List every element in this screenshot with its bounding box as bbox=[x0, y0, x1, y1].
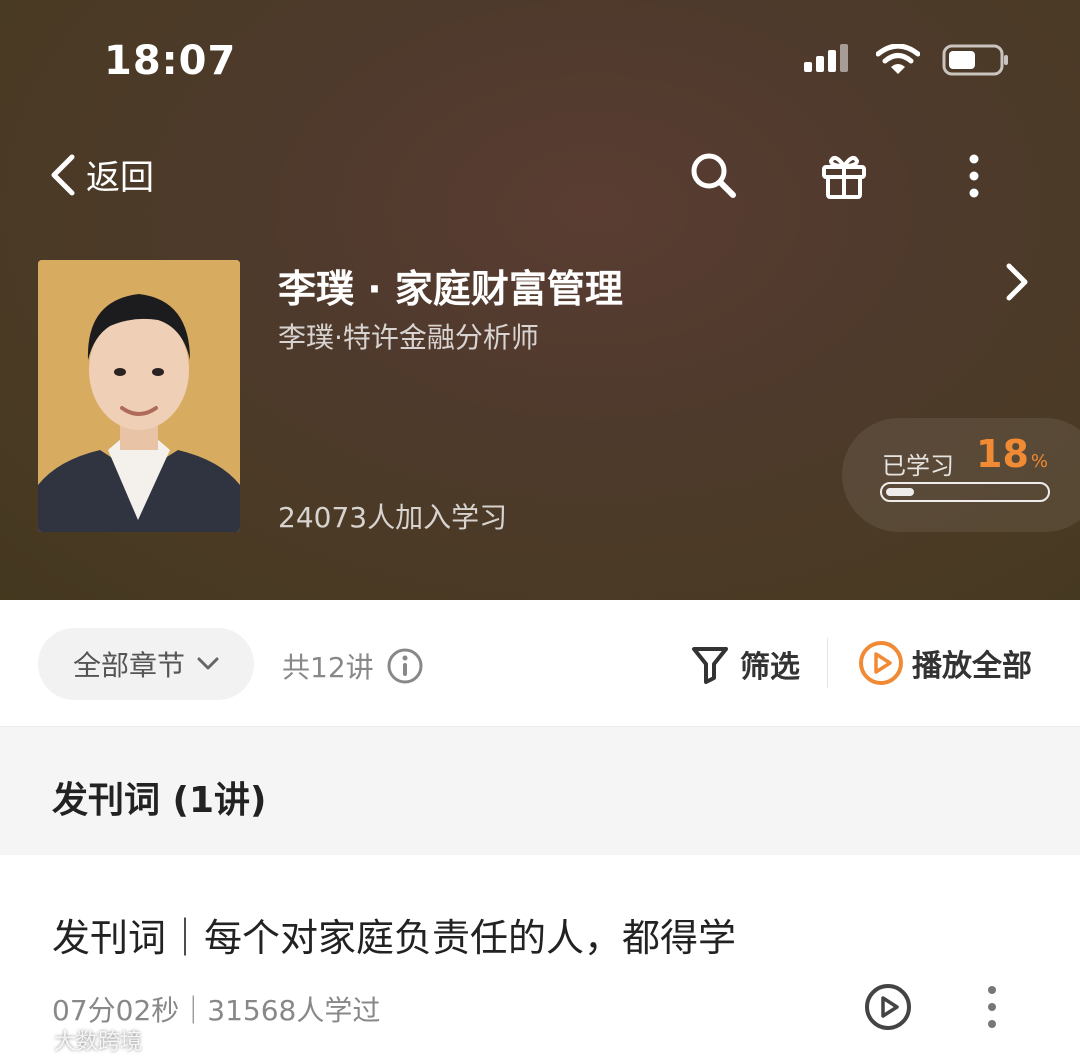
search-button[interactable] bbox=[688, 150, 740, 202]
more-vertical-icon bbox=[969, 154, 979, 198]
chevron-right-icon bbox=[1006, 263, 1028, 301]
progress-label: 已学习 bbox=[882, 452, 954, 480]
episode-meta: 07分02秒｜31568人学过 bbox=[52, 994, 381, 1027]
gift-button[interactable] bbox=[818, 150, 870, 202]
back-label: 返回 bbox=[86, 158, 154, 198]
progress-bar bbox=[880, 482, 1050, 502]
section-title: 发刊词 (1讲) bbox=[52, 780, 267, 821]
chapter-select-label: 全部章节 bbox=[72, 649, 185, 682]
progress-value: 18% bbox=[976, 432, 1048, 476]
episode-item[interactable]: 发刊词｜每个对家庭负责任的人，都得学 07分02秒｜31568人学过 bbox=[0, 855, 1080, 1060]
lecture-count-label: 共12讲 bbox=[282, 651, 374, 684]
chevron-left-icon bbox=[51, 154, 75, 195]
play-circle-icon bbox=[865, 984, 911, 1030]
status-icons bbox=[804, 44, 1010, 76]
toolbar-divider bbox=[827, 638, 828, 688]
gift-icon bbox=[822, 155, 866, 199]
instructor-portrait bbox=[38, 260, 240, 532]
progress-number: 18 bbox=[976, 432, 1029, 476]
play-all-label: 播放全部 bbox=[912, 649, 1032, 684]
episode-title[interactable]: 发刊词｜每个对家庭负责任的人，都得学 bbox=[52, 907, 736, 962]
watermark-logo-icon bbox=[7, 1031, 48, 1049]
play-all-button[interactable]: 播放全部 bbox=[858, 640, 1032, 686]
progress-bar-fill bbox=[886, 488, 914, 496]
episode-play-button[interactable] bbox=[864, 983, 912, 1035]
progress-unit: % bbox=[1030, 451, 1048, 472]
learner-count: 24073人加入学习 bbox=[278, 501, 508, 534]
back-button[interactable]: 返回 bbox=[48, 150, 154, 199]
chevron-down-icon bbox=[197, 657, 219, 670]
info-icon[interactable] bbox=[386, 647, 424, 685]
more-button[interactable] bbox=[948, 150, 1000, 202]
watermark: 大数跨境 bbox=[6, 1024, 142, 1056]
course-title[interactable]: 李璞 · 家庭财富管理 bbox=[278, 258, 623, 313]
filter-button[interactable]: 筛选 bbox=[690, 642, 800, 686]
learning-progress-card: 已学习 18% bbox=[842, 418, 1080, 532]
filter-icon bbox=[692, 647, 728, 684]
battery-icon bbox=[942, 44, 1008, 76]
course-header: 18:07 返回 李璞 · 家庭财富管理 李璞·特许金融分析师 24073人加入… bbox=[0, 0, 1080, 600]
chapter-toolbar: 全部章节 共12讲 筛选 播放全部 bbox=[0, 600, 1080, 727]
course-cover-image[interactable] bbox=[38, 260, 240, 532]
course-author: 李璞·特许金融分析师 bbox=[278, 321, 539, 354]
search-icon bbox=[691, 153, 736, 198]
watermark-text: 大数跨境 bbox=[54, 1030, 143, 1055]
lecture-count: 共12讲 bbox=[282, 646, 424, 686]
status-time: 18:07 bbox=[104, 38, 237, 84]
filter-label: 筛选 bbox=[740, 650, 800, 685]
wifi-icon bbox=[876, 44, 920, 74]
nav-actions bbox=[688, 150, 1000, 202]
signal-icon bbox=[804, 44, 848, 72]
course-detail-button[interactable] bbox=[1004, 262, 1030, 306]
chapter-select[interactable]: 全部章节 bbox=[38, 628, 254, 700]
section-header: 发刊词 (1讲) bbox=[0, 727, 1080, 855]
episode-more-button[interactable] bbox=[986, 985, 998, 1033]
play-circle-icon bbox=[859, 641, 903, 685]
more-vertical-icon bbox=[988, 986, 996, 1028]
